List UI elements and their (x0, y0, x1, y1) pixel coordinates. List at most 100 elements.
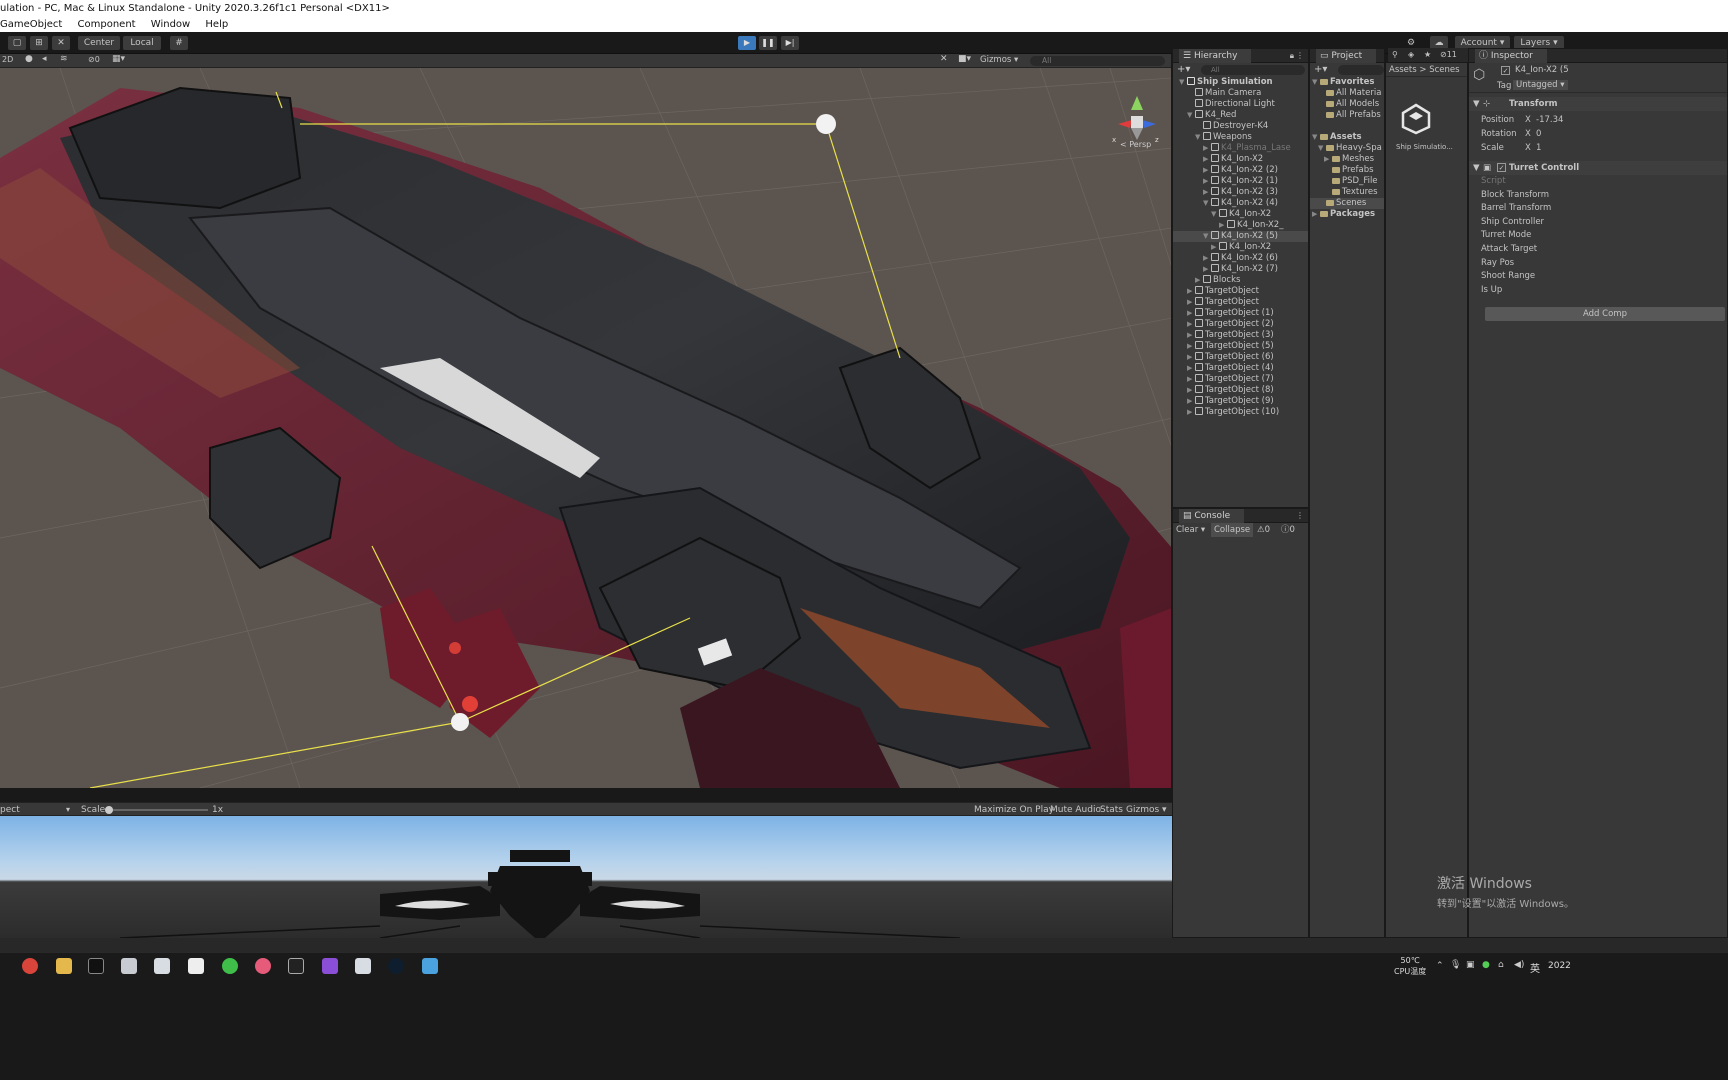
target-sphere[interactable] (816, 114, 836, 134)
photos-icon[interactable] (255, 958, 271, 974)
tools-icon[interactable]: ✕ (940, 54, 948, 64)
hierarchy-menu-icon[interactable]: ⋮ (1296, 49, 1304, 63)
unity-editor-icon[interactable] (288, 958, 304, 974)
project-search-input[interactable] (1338, 65, 1384, 75)
search-by-label-icon[interactable]: ◈ (1408, 48, 1414, 62)
custom-tool-icon[interactable]: ✕ (52, 36, 70, 50)
hierarchy-item[interactable]: ▼ K4_Red (1173, 110, 1308, 121)
hierarchy-item[interactable]: ▼ K4_Ion-X2 (4) (1173, 198, 1308, 209)
collapse-arrow-icon[interactable]: ▶ (1187, 319, 1195, 330)
transform-tool-icon[interactable]: ⊞ (30, 36, 48, 50)
tab-inspector[interactable]: ⓘ Inspector (1475, 49, 1547, 63)
tab-project[interactable]: ▭ Project (1316, 49, 1377, 63)
mute-audio-toggle[interactable]: Mute Audio (1050, 803, 1101, 817)
pause-button[interactable]: ❚❚ (759, 36, 777, 50)
pivot-center-toggle[interactable]: Center (78, 36, 120, 50)
search-by-type-icon[interactable]: ⚲ (1392, 48, 1398, 62)
hierarchy-item[interactable]: Destroyer-K4 (1173, 121, 1308, 132)
expand-arrow-icon[interactable]: ▼ (1203, 231, 1211, 242)
collapse-arrow-icon[interactable]: ▶ (1187, 407, 1195, 418)
scale-x-field[interactable]: 1 (1536, 141, 1541, 155)
collapse-arrow-icon[interactable]: ▶ (1187, 297, 1195, 308)
scale-slider[interactable] (105, 806, 208, 814)
collapse-arrow-icon[interactable]: ▶ (1203, 253, 1211, 264)
component-field-row[interactable]: Attack Target (1469, 243, 1727, 257)
camera-icon[interactable]: ■▾ (958, 54, 971, 64)
grid-icon[interactable]: ▦▾ (112, 54, 125, 64)
lighting-icon[interactable]: ● (25, 54, 33, 64)
menu-gameobject[interactable]: GameObject (0, 19, 62, 30)
project-item[interactable]: ▼ Assets (1310, 132, 1384, 143)
collapse-arrow-icon[interactable]: ▶ (1203, 176, 1211, 187)
project-item[interactable]: Prefabs (1310, 165, 1384, 176)
collapse-arrow-icon[interactable]: ▶ (1324, 154, 1332, 165)
position-x-field[interactable]: -17.34 (1536, 113, 1563, 127)
foldout-arrow-icon[interactable]: ▼ (1473, 161, 1480, 175)
collapse-arrow-icon[interactable]: ▶ (1195, 275, 1203, 286)
project-item[interactable]: All Models (1310, 99, 1384, 110)
hierarchy-item[interactable]: ▶ TargetObject (1) (1173, 308, 1308, 319)
favorite-icon[interactable]: ★ (1424, 48, 1431, 62)
console-warn-count[interactable]: ⚠0 (1257, 523, 1270, 537)
collapse-arrow-icon[interactable]: ▶ (1203, 187, 1211, 198)
scene-viewport[interactable]: x z < Persp (0, 68, 1171, 788)
collapse-arrow-icon[interactable]: ▶ (1187, 363, 1195, 374)
project-item[interactable]: All Prefabs (1310, 110, 1384, 121)
hierarchy-item[interactable]: ▶ TargetObject (3) (1173, 330, 1308, 341)
hierarchy-item[interactable]: ▶ Blocks (1173, 275, 1308, 286)
hierarchy-item[interactable]: ▶ TargetObject (7) (1173, 374, 1308, 385)
hierarchy-item[interactable]: ▼ K4_Ion-X2 (5) (1173, 231, 1308, 242)
hierarchy-item[interactable]: ▶ K4_Ion-X2 (2) (1173, 165, 1308, 176)
component-field-row[interactable]: Is Up (1469, 284, 1727, 298)
effects-icon[interactable]: ≋ (60, 54, 68, 64)
component-field-row[interactable]: Block Transform (1469, 189, 1727, 203)
collapse-arrow-icon[interactable]: ▶ (1187, 352, 1195, 363)
hierarchy-item[interactable]: ▶ TargetObject (1173, 286, 1308, 297)
console-menu-icon[interactable]: ⋮ (1296, 509, 1304, 523)
hierarchy-item[interactable]: ▼ Ship Simulation (1173, 77, 1308, 88)
project-item[interactable] (1310, 121, 1384, 132)
image-app-icon[interactable] (422, 958, 438, 974)
terminal-icon[interactable] (88, 958, 104, 974)
expand-arrow-icon[interactable]: ▼ (1179, 77, 1187, 88)
breadcrumb-scenes[interactable]: Scenes (1429, 65, 1459, 75)
menu-window[interactable]: Window (151, 19, 190, 30)
component-enabled-checkbox[interactable]: ✓ (1497, 163, 1506, 172)
add-component-button[interactable]: Add Comp (1485, 307, 1725, 322)
pivot-local-toggle[interactable]: Local (123, 36, 161, 50)
aspect-arrow-icon[interactable]: ▾ (66, 803, 70, 817)
collapse-arrow-icon[interactable]: ▶ (1203, 264, 1211, 275)
menu-component[interactable]: Component (78, 19, 136, 30)
media-app-icon[interactable] (388, 958, 404, 974)
volume-icon[interactable]: ◀) (1514, 960, 1524, 970)
hierarchy-item[interactable]: ▶ K4_Ion-X2 (7) (1173, 264, 1308, 275)
project-item[interactable]: ▶ Packages (1310, 209, 1384, 220)
game-view[interactable] (0, 816, 1172, 938)
collapse-arrow-icon[interactable]: ▶ (1203, 154, 1211, 165)
rotation-x-field[interactable]: 0 (1536, 127, 1541, 141)
2d-toggle[interactable]: 2D (2, 55, 13, 64)
target-sphere-2[interactable] (451, 713, 469, 731)
expand-arrow-icon[interactable]: ▼ (1203, 198, 1211, 209)
component-field-row[interactable]: Ship Controller (1469, 216, 1727, 230)
turret-controller-header[interactable]: ▼ ▣ ✓ Turret Controll (1469, 161, 1727, 175)
hierarchy-search-input[interactable]: All (1201, 65, 1305, 75)
hierarchy-item[interactable]: ▶ TargetObject (1173, 297, 1308, 308)
hierarchy-item[interactable]: ▶ TargetObject (6) (1173, 352, 1308, 363)
project-item[interactable]: Textures (1310, 187, 1384, 198)
collapse-arrow-icon[interactable]: ▶ (1187, 286, 1195, 297)
rect-tool-icon[interactable]: ▢ (8, 36, 26, 50)
console-error-count[interactable]: ⓘ0 (1281, 523, 1295, 537)
tab-hierarchy[interactable]: ☰ Hierarchy (1179, 49, 1252, 63)
scene-search-input[interactable]: All (1030, 56, 1165, 66)
gizmos-dropdown[interactable]: Gizmos ▾ (980, 55, 1018, 65)
unity-hub-icon[interactable] (188, 958, 204, 974)
hierarchy-item[interactable]: ▶ TargetObject (4) (1173, 363, 1308, 374)
hierarchy-item[interactable]: ▼ Weapons (1173, 132, 1308, 143)
menu-help[interactable]: Help (205, 19, 228, 30)
tab-console[interactable]: ▤ Console (1179, 509, 1245, 523)
collapse-arrow-icon[interactable]: ▶ (1203, 165, 1211, 176)
window-app-icon[interactable] (154, 958, 170, 974)
console-collapse-toggle[interactable]: Collapse (1211, 523, 1254, 537)
cpu-temp-indicator[interactable]: 50℃ CPU温度 (1394, 955, 1426, 977)
